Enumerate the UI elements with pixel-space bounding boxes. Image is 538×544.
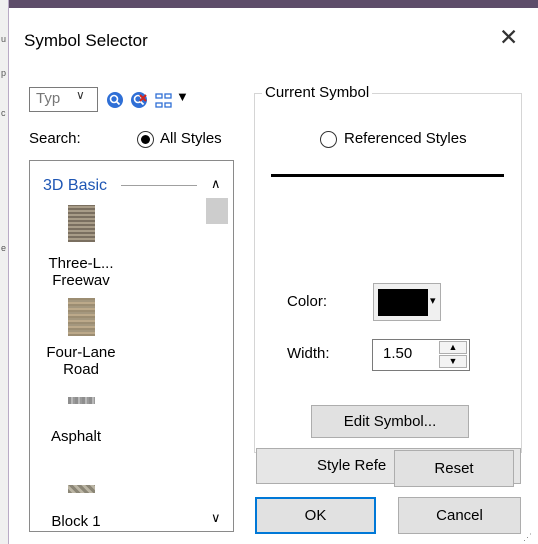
symbol-label: Road	[63, 361, 99, 378]
referenced-styles-radio[interactable]	[320, 131, 337, 148]
width-spin-down-icon[interactable]: ▼	[439, 355, 467, 368]
view-options-icon[interactable]	[155, 92, 173, 110]
width-value[interactable]: 1.50	[383, 345, 412, 362]
all-styles-label[interactable]: All Styles	[160, 130, 222, 147]
referenced-styles-label[interactable]: Referenced Styles	[344, 130, 467, 147]
color-label: Color:	[287, 293, 328, 310]
search-icon[interactable]	[106, 91, 124, 109]
width-spin-up-icon[interactable]: ▲	[439, 341, 467, 354]
symbol-label: Three-L...	[48, 255, 114, 272]
background-glyph: p	[1, 68, 7, 78]
symbol-preview	[271, 174, 504, 177]
scroll-up-icon[interactable]: ∧	[211, 176, 221, 192]
clear-search-icon[interactable]	[130, 91, 148, 109]
dialog-title: Symbol Selector	[24, 31, 148, 50]
list-item[interactable]: Asphalt	[36, 428, 116, 445]
symbol-swatch-block-1[interactable]	[68, 485, 95, 493]
symbol-swatch-four-lane-road[interactable]	[68, 298, 95, 336]
background-window-edge: u p c e	[0, 0, 9, 544]
color-swatch[interactable]	[378, 289, 428, 316]
reset-button[interactable]: Reset	[394, 450, 514, 487]
search-label: Search:	[29, 130, 81, 147]
width-label: Width:	[287, 345, 330, 362]
background-window-strip	[0, 0, 538, 8]
current-symbol-label: Current Symbol	[262, 84, 373, 101]
all-styles-radio[interactable]	[137, 131, 154, 148]
scroll-down-icon[interactable]: ∨	[211, 510, 221, 526]
list-item[interactable]: Three-L... Freewav	[36, 255, 126, 289]
resize-grip-icon[interactable]: ⋰	[523, 532, 532, 543]
list-scrollbar[interactable]	[204, 172, 229, 530]
list-item[interactable]: Block 1	[36, 513, 116, 530]
color-dropdown-icon[interactable]: ▾	[430, 294, 436, 307]
symbol-group-header: 3D Basic	[43, 177, 108, 194]
close-icon[interactable]: ✕	[499, 24, 518, 51]
chevron-down-icon[interactable]: ∨	[76, 88, 85, 102]
scrollbar-thumb[interactable]	[206, 198, 228, 224]
style-filter-text: Typ	[36, 90, 61, 107]
background-glyph: u	[1, 34, 7, 44]
list-item[interactable]: Four-Lane Road	[36, 344, 126, 378]
symbol-swatch-three-lane-freeway[interactable]	[68, 205, 95, 242]
symbol-label: Freewav	[52, 272, 110, 289]
current-symbol-group	[254, 93, 522, 453]
edit-symbol-button[interactable]: Edit Symbol...	[311, 405, 469, 438]
group-divider	[121, 185, 197, 186]
symbol-swatch-asphalt[interactable]	[68, 397, 95, 404]
cancel-button[interactable]: Cancel	[398, 497, 521, 534]
ok-button[interactable]: OK	[255, 497, 376, 534]
symbol-label: Four-Lane	[46, 344, 116, 361]
background-glyph: e	[1, 243, 7, 253]
view-menu-arrow-icon[interactable]: ▼	[176, 89, 189, 104]
background-glyph: c	[1, 108, 6, 118]
